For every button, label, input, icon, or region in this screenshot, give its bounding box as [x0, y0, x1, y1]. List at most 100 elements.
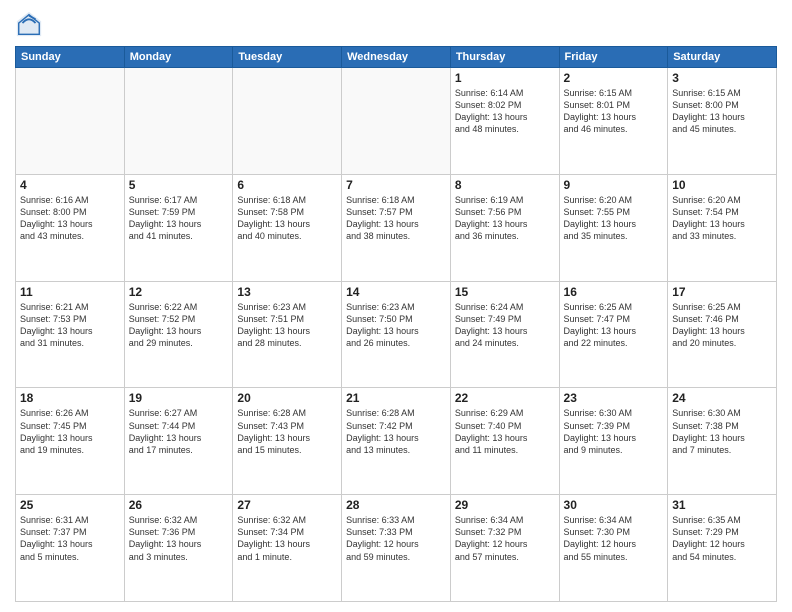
- day-number: 22: [455, 391, 555, 405]
- day-info: Sunrise: 6:18 AMSunset: 7:57 PMDaylight:…: [346, 194, 446, 243]
- day-number: 15: [455, 285, 555, 299]
- calendar-cell: 14 Sunrise: 6:23 AMSunset: 7:50 PMDayligh…: [342, 281, 451, 388]
- calendar-cell: 31 Sunrise: 6:35 AMSunset: 7:29 PMDayligh…: [668, 495, 777, 602]
- day-number: 25: [20, 498, 120, 512]
- day-number: 1: [455, 71, 555, 85]
- day-info: Sunrise: 6:20 AMSunset: 7:55 PMDaylight:…: [564, 194, 664, 243]
- weekday-header-tuesday: Tuesday: [233, 47, 342, 68]
- day-number: 18: [20, 391, 120, 405]
- weekday-header-row: SundayMondayTuesdayWednesdayThursdayFrid…: [16, 47, 777, 68]
- calendar-cell: 24Sunrise: 6:30 AMSunset: 7:38 PMDayligh…: [668, 388, 777, 495]
- day-number: 30: [564, 498, 664, 512]
- day-info: Sunrise: 6:28 AMSunset: 7:43 PMDaylight:…: [237, 407, 337, 456]
- week-row-3: 11 Sunrise: 6:21 AMSunset: 7:53 PMDayligh…: [16, 281, 777, 388]
- day-info: Sunrise: 6:32 AMSunset: 7:34 PMDaylight:…: [237, 514, 337, 563]
- day-info: Sunrise: 6:14 AMSunset: 8:02 PMDaylight:…: [455, 87, 555, 136]
- day-number: 26: [129, 498, 229, 512]
- day-number: 17: [672, 285, 772, 299]
- calendar-cell: 7Sunrise: 6:18 AMSunset: 7:57 PMDaylight…: [342, 174, 451, 281]
- day-number: 28: [346, 498, 446, 512]
- calendar-cell: 21Sunrise: 6:28 AMSunset: 7:42 PMDayligh…: [342, 388, 451, 495]
- calendar-cell: 11 Sunrise: 6:21 AMSunset: 7:53 PMDayligh…: [16, 281, 125, 388]
- calendar-cell: 8Sunrise: 6:19 AMSunset: 7:56 PMDaylight…: [450, 174, 559, 281]
- day-number: 13: [237, 285, 337, 299]
- day-info: Sunrise: 6:34 AMSunset: 7:30 PMDaylight:…: [564, 514, 664, 563]
- calendar-cell: [342, 68, 451, 175]
- day-info: Sunrise: 6:20 AMSunset: 7:54 PMDaylight:…: [672, 194, 772, 243]
- day-info: Sunrise: 6:32 AMSunset: 7:36 PMDaylight:…: [129, 514, 229, 563]
- calendar-cell: 1 Sunrise: 6:14 AMSunset: 8:02 PMDaylight…: [450, 68, 559, 175]
- day-number: 6: [237, 178, 337, 192]
- calendar-cell: 22 Sunrise: 6:29 AMSunset: 7:40 PMDayligh…: [450, 388, 559, 495]
- day-number: 12: [129, 285, 229, 299]
- day-number: 9: [564, 178, 664, 192]
- day-info: Sunrise: 6:34 AMSunset: 7:32 PMDaylight:…: [455, 514, 555, 563]
- day-number: 29: [455, 498, 555, 512]
- day-number: 11: [20, 285, 120, 299]
- weekday-header-wednesday: Wednesday: [342, 47, 451, 68]
- day-number: 19: [129, 391, 229, 405]
- calendar-cell: 13 Sunrise: 6:23 AMSunset: 7:51 PMDayligh…: [233, 281, 342, 388]
- day-info: Sunrise: 6:35 AMSunset: 7:29 PMDaylight:…: [672, 514, 772, 563]
- calendar-cell: 27 Sunrise: 6:32 AMSunset: 7:34 PMDayligh…: [233, 495, 342, 602]
- week-row-2: 4Sunrise: 6:16 AMSunset: 8:00 PMDaylight…: [16, 174, 777, 281]
- header: [15, 10, 777, 38]
- day-info: Sunrise: 6:30 AMSunset: 7:39 PMDaylight:…: [564, 407, 664, 456]
- day-info: Sunrise: 6:27 AMSunset: 7:44 PMDaylight:…: [129, 407, 229, 456]
- week-row-1: 1 Sunrise: 6:14 AMSunset: 8:02 PMDaylight…: [16, 68, 777, 175]
- calendar-table: SundayMondayTuesdayWednesdayThursdayFrid…: [15, 46, 777, 602]
- logo-icon: [15, 10, 43, 38]
- day-number: 20: [237, 391, 337, 405]
- weekday-header-sunday: Sunday: [16, 47, 125, 68]
- logo: [15, 10, 47, 38]
- day-number: 2: [564, 71, 664, 85]
- day-info: Sunrise: 6:15 AMSunset: 8:00 PMDaylight:…: [672, 87, 772, 136]
- calendar-cell: 16Sunrise: 6:25 AMSunset: 7:47 PMDayligh…: [559, 281, 668, 388]
- calendar-cell: 12 Sunrise: 6:22 AMSunset: 7:52 PMDayligh…: [124, 281, 233, 388]
- page: SundayMondayTuesdayWednesdayThursdayFrid…: [0, 0, 792, 612]
- weekday-header-saturday: Saturday: [668, 47, 777, 68]
- day-number: 23: [564, 391, 664, 405]
- day-number: 5: [129, 178, 229, 192]
- calendar-cell: 15 Sunrise: 6:24 AMSunset: 7:49 PMDayligh…: [450, 281, 559, 388]
- calendar-cell: 2Sunrise: 6:15 AMSunset: 8:01 PMDaylight…: [559, 68, 668, 175]
- calendar-cell: 4Sunrise: 6:16 AMSunset: 8:00 PMDaylight…: [16, 174, 125, 281]
- day-info: Sunrise: 6:23 AMSunset: 7:50 PMDaylight:…: [346, 301, 446, 350]
- day-number: 3: [672, 71, 772, 85]
- calendar-cell: 26 Sunrise: 6:32 AMSunset: 7:36 PMDayligh…: [124, 495, 233, 602]
- day-number: 31: [672, 498, 772, 512]
- calendar-cell: 30 Sunrise: 6:34 AMSunset: 7:30 PMDayligh…: [559, 495, 668, 602]
- day-info: Sunrise: 6:26 AMSunset: 7:45 PMDaylight:…: [20, 407, 120, 456]
- day-number: 10: [672, 178, 772, 192]
- day-number: 24: [672, 391, 772, 405]
- day-info: Sunrise: 6:25 AMSunset: 7:46 PMDaylight:…: [672, 301, 772, 350]
- day-info: Sunrise: 6:24 AMSunset: 7:49 PMDaylight:…: [455, 301, 555, 350]
- day-info: Sunrise: 6:16 AMSunset: 8:00 PMDaylight:…: [20, 194, 120, 243]
- calendar-cell: 25 Sunrise: 6:31 AMSunset: 7:37 PMDayligh…: [16, 495, 125, 602]
- calendar-cell: [124, 68, 233, 175]
- day-info: Sunrise: 6:21 AMSunset: 7:53 PMDaylight:…: [20, 301, 120, 350]
- day-number: 16: [564, 285, 664, 299]
- calendar-cell: 9 Sunrise: 6:20 AMSunset: 7:55 PMDaylight…: [559, 174, 668, 281]
- week-row-4: 18 Sunrise: 6:26 AMSunset: 7:45 PMDayligh…: [16, 388, 777, 495]
- day-number: 21: [346, 391, 446, 405]
- calendar-cell: 18 Sunrise: 6:26 AMSunset: 7:45 PMDayligh…: [16, 388, 125, 495]
- day-info: Sunrise: 6:29 AMSunset: 7:40 PMDaylight:…: [455, 407, 555, 456]
- day-info: Sunrise: 6:22 AMSunset: 7:52 PMDaylight:…: [129, 301, 229, 350]
- day-number: 14: [346, 285, 446, 299]
- calendar-cell: 5 Sunrise: 6:17 AMSunset: 7:59 PMDaylight…: [124, 174, 233, 281]
- calendar-cell: 6Sunrise: 6:18 AMSunset: 7:58 PMDaylight…: [233, 174, 342, 281]
- week-row-5: 25 Sunrise: 6:31 AMSunset: 7:37 PMDayligh…: [16, 495, 777, 602]
- weekday-header-thursday: Thursday: [450, 47, 559, 68]
- day-number: 27: [237, 498, 337, 512]
- day-info: Sunrise: 6:33 AMSunset: 7:33 PMDaylight:…: [346, 514, 446, 563]
- weekday-header-monday: Monday: [124, 47, 233, 68]
- day-info: Sunrise: 6:31 AMSunset: 7:37 PMDaylight:…: [20, 514, 120, 563]
- calendar-cell: 17 Sunrise: 6:25 AMSunset: 7:46 PMDayligh…: [668, 281, 777, 388]
- day-info: Sunrise: 6:23 AMSunset: 7:51 PMDaylight:…: [237, 301, 337, 350]
- calendar-cell: 28 Sunrise: 6:33 AMSunset: 7:33 PMDayligh…: [342, 495, 451, 602]
- calendar-cell: 19 Sunrise: 6:27 AMSunset: 7:44 PMDayligh…: [124, 388, 233, 495]
- calendar-cell: [16, 68, 125, 175]
- day-info: Sunrise: 6:17 AMSunset: 7:59 PMDaylight:…: [129, 194, 229, 243]
- calendar-cell: 20 Sunrise: 6:28 AMSunset: 7:43 PMDayligh…: [233, 388, 342, 495]
